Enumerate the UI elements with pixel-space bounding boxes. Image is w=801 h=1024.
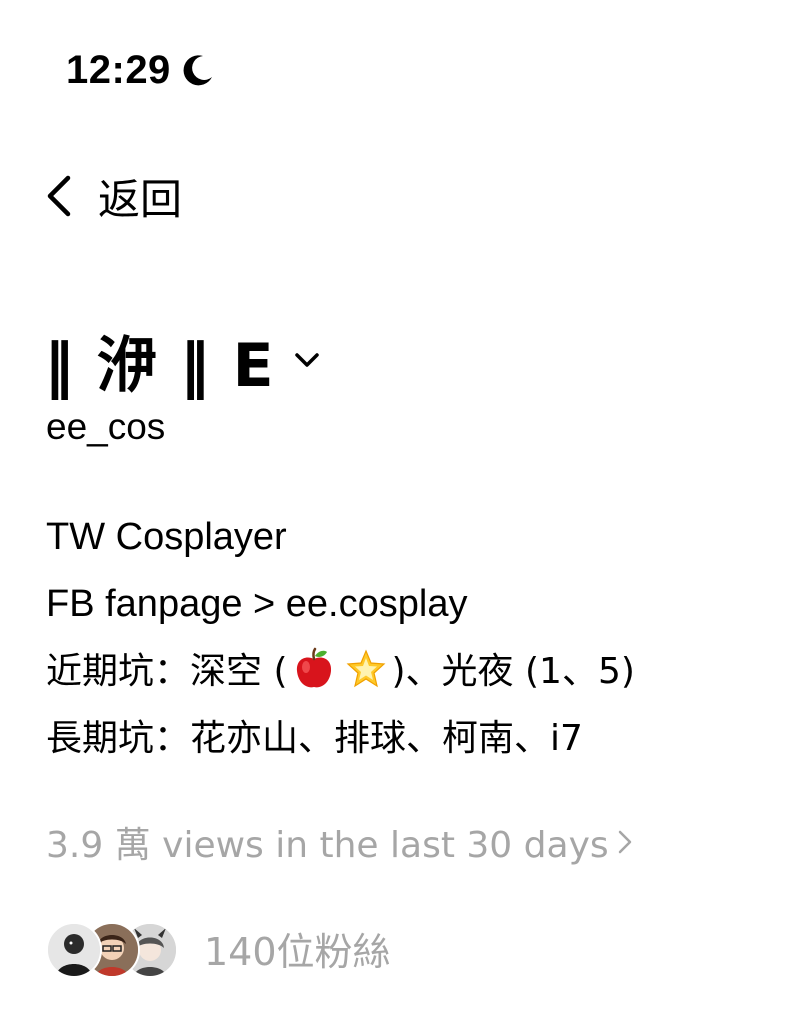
followers-count: 140位粉絲 <box>204 929 391 974</box>
status-bar: 12:29 <box>66 44 215 96</box>
bio-line: TW Cosplayer <box>46 516 287 558</box>
bio-line: 近期坑：深空 ( )、光夜 (1、5) <box>46 638 786 705</box>
chevron-down-icon <box>293 351 321 369</box>
followers-link[interactable]: 140位粉絲 <box>46 918 391 978</box>
chevron-left-icon <box>44 174 74 218</box>
profile-display-name: ‖ 洢 ‖ E <box>44 330 275 401</box>
follower-avatars <box>46 920 178 978</box>
moon-icon <box>181 53 215 87</box>
back-label: 返回 <box>98 174 183 224</box>
account-switcher[interactable]: ‖ 洢 ‖ E <box>44 322 321 401</box>
red-apple-emoji <box>292 646 336 690</box>
profile-bio: TW Cosplayer FB fanpage > ee.cosplay 近期坑… <box>46 504 786 772</box>
bio-line-suffix: )、光夜 (1、5) <box>391 651 635 692</box>
avatar <box>46 922 102 978</box>
profile-username: ee_cos <box>46 406 166 447</box>
glowing-star-emoji <box>344 646 388 690</box>
views-summary: 3.9 萬 views in the last 30 days <box>46 825 609 866</box>
bio-line-prefix: 近期坑：深空 ( <box>46 651 288 692</box>
status-time: 12:29 <box>66 47 171 92</box>
bio-line: 長期坑：花亦山、排球、柯南、i7 <box>46 718 583 759</box>
bio-line: FB fanpage > ee.cosplay <box>46 583 468 625</box>
back-button[interactable]: 返回 <box>44 168 182 224</box>
insights-link[interactable]: 3.9 萬 views in the last 30 days <box>46 812 633 872</box>
chevron-right-icon <box>617 827 633 857</box>
